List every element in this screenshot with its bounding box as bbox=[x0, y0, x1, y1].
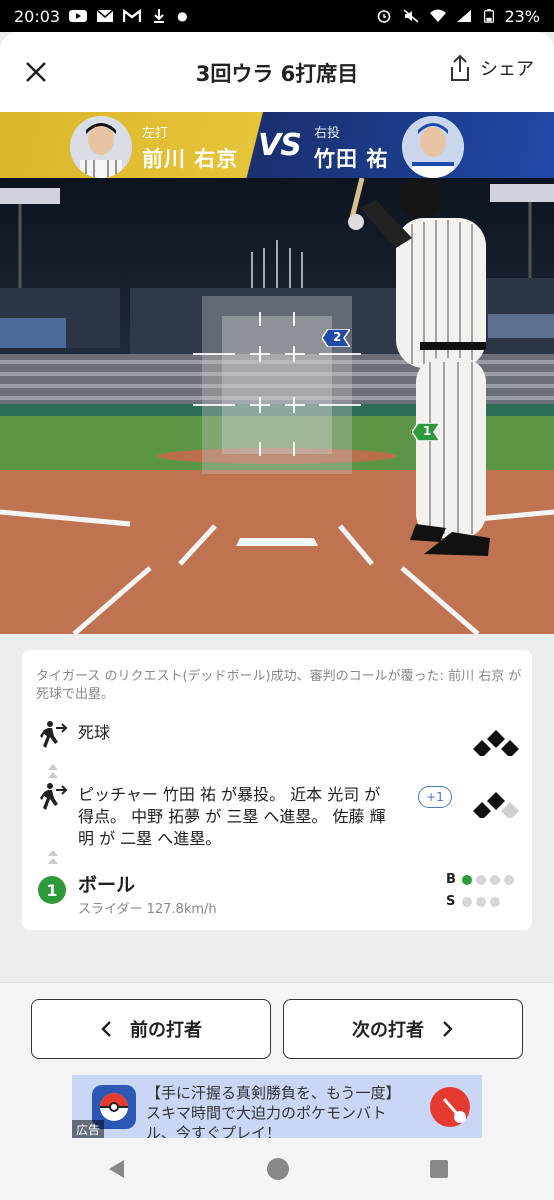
strike-dot bbox=[490, 896, 500, 907]
ball-dot bbox=[476, 874, 486, 885]
battery-icon bbox=[484, 9, 495, 23]
ad-banner[interactable]: 【手に汗握る真剣勝負を、もう一度】 スキマ時間で大迫力のポケモンバト ル、今すぐ… bbox=[72, 1075, 482, 1139]
alarm-icon bbox=[378, 10, 391, 23]
batter-name: 前川 右京 bbox=[142, 147, 239, 171]
vs-label: VS bbox=[258, 128, 302, 163]
chevron-right-icon bbox=[443, 1021, 453, 1037]
youtube-icon bbox=[69, 10, 88, 22]
ball-dot bbox=[504, 874, 514, 885]
pitch-marker-number: 2 bbox=[333, 330, 342, 344]
ad-line-1: 【手に汗握る真剣勝負を、もう一度】 bbox=[146, 1084, 401, 1102]
gmail-icon bbox=[123, 9, 142, 22]
clock: 20:03 bbox=[14, 6, 61, 26]
battery-percent: 23% bbox=[504, 6, 540, 26]
bottom-bar: 前の打者 次の打者 【手に汗握る真剣勝負を、もう一度】 スキマ時間で大迫力のポケ… bbox=[0, 982, 554, 1139]
ball-dot bbox=[462, 874, 472, 885]
play-note: タイガース のリクエスト(デッドボール)成功、審判のコールが覆った: 前川 右京… bbox=[36, 669, 522, 702]
home-icon[interactable] bbox=[266, 1157, 290, 1181]
event-text-2-line-2: 得点。 中野 拓夢 が 三塁 へ進塁。 佐藤 輝 bbox=[78, 807, 386, 826]
ad-text: 【手に汗握る真剣勝負を、もう一度】 スキマ時間で大迫力のポケモンバト ル、今すぐ… bbox=[146, 1083, 401, 1139]
share-label: シェア bbox=[480, 59, 534, 80]
next-batter-button[interactable]: 次の打者 bbox=[283, 999, 523, 1059]
balls-label: B bbox=[446, 872, 456, 887]
strike-dot bbox=[462, 896, 472, 907]
pitch-result: ボール bbox=[78, 874, 136, 896]
event-text-2-line-3: 明 が 二塁 へ進塁。 bbox=[78, 829, 222, 848]
prev-batter-label: 前の打者 bbox=[130, 1020, 202, 1041]
timeline-connector-icon bbox=[48, 764, 58, 778]
pitch-number-badge: 1 bbox=[38, 876, 66, 904]
strike-zone-overlay bbox=[193, 296, 361, 474]
runs-scored-badge: +1 bbox=[418, 786, 452, 808]
bases-diamond-icon bbox=[473, 792, 519, 818]
system-nav-bar bbox=[0, 1138, 554, 1200]
download-icon bbox=[154, 9, 165, 23]
strike-dot bbox=[476, 896, 486, 907]
back-icon[interactable] bbox=[106, 1158, 128, 1180]
bases-diamond-icon bbox=[473, 730, 519, 756]
tap-hand-icon bbox=[442, 1098, 466, 1123]
runner-advance-icon bbox=[40, 783, 68, 810]
pitch-detail: スライダー 127.8km/h bbox=[78, 902, 217, 917]
event-text-2: ピッチャー 竹田 祐 が暴投。 近本 光司 が 得点。 中野 拓夢 が 三塁 へ… bbox=[78, 784, 386, 850]
runner-advance-icon bbox=[40, 721, 68, 748]
ball-count: B bbox=[446, 872, 514, 887]
pitch-marker-2[interactable]: 2 bbox=[321, 328, 352, 348]
chevron-left-icon bbox=[101, 1021, 111, 1037]
pitcher-avatar bbox=[402, 116, 464, 178]
pitcher-role: 右投 bbox=[314, 126, 341, 141]
mail-icon bbox=[96, 9, 114, 22]
ad-line-2: スキマ時間で大迫力のポケモンバト bbox=[146, 1104, 387, 1122]
share-button[interactable]: シェア bbox=[448, 54, 534, 82]
signal-icon bbox=[457, 10, 472, 22]
mute-icon bbox=[403, 9, 419, 23]
more-notifications-icon: ● bbox=[177, 9, 188, 23]
ad-cta-button[interactable] bbox=[430, 1087, 470, 1127]
header: 3回ウラ 6打席目 シェア bbox=[0, 32, 554, 112]
ad-label: 広告 bbox=[72, 1120, 105, 1139]
recents-icon[interactable] bbox=[428, 1158, 450, 1180]
share-icon bbox=[451, 54, 469, 81]
batter-role: 左打 bbox=[142, 126, 169, 141]
wifi-icon bbox=[430, 9, 447, 22]
prev-batter-button[interactable]: 前の打者 bbox=[31, 999, 271, 1059]
status-bar: 20:03 ● 23% bbox=[0, 0, 554, 32]
pitch-marker-number: 1 bbox=[423, 424, 432, 438]
matchup-banner: 左打 前川 右京 VS 右投 竹田 祐 bbox=[0, 112, 554, 178]
pitch-marker-1[interactable]: 1 bbox=[411, 422, 442, 442]
event-text-1: 死球 bbox=[78, 723, 111, 742]
pitch-location-view: 2 1 bbox=[0, 178, 554, 634]
play-log-card: タイガース のリクエスト(デッドボール)成功、審判のコールが覆った: 前川 右京… bbox=[22, 650, 532, 930]
next-batter-label: 次の打者 bbox=[352, 1020, 424, 1041]
batter-avatar bbox=[70, 116, 132, 178]
event-text-2-line-1: ピッチャー 竹田 祐 が暴投。 近本 光司 が bbox=[78, 785, 381, 804]
ad-line-3: ル、今すぐプレイ！ bbox=[146, 1124, 282, 1139]
ball-dot bbox=[490, 874, 500, 885]
pitcher-name: 竹田 祐 bbox=[314, 147, 389, 171]
timeline-connector-icon bbox=[48, 850, 58, 864]
strike-count: S bbox=[446, 894, 500, 909]
strikes-label: S bbox=[446, 894, 456, 909]
